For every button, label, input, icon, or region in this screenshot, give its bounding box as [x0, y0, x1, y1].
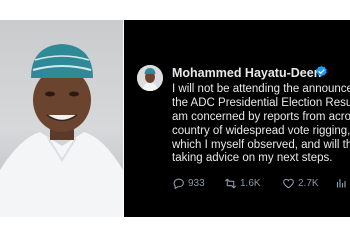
repost-button[interactable]: 1.6K [224, 177, 261, 190]
tweet-line: which I myself observed, and will then b… [172, 138, 350, 151]
views-icon [336, 178, 346, 188]
views-button[interactable]: 369 [335, 177, 350, 189]
heart-icon [283, 178, 294, 189]
reply-count: 933 [188, 178, 205, 189]
author-avatar[interactable] [137, 65, 163, 91]
tweet-card[interactable]: Mohammed Hayatu-Deen I will not be atten… [124, 20, 350, 217]
portrait-illustration [0, 44, 123, 217]
tweet-actions: 933 1.6K 2.7K 369 [172, 177, 350, 191]
tweet-line: I will not be attending the announcement… [172, 83, 350, 95]
like-button[interactable]: 2.7K [282, 177, 319, 190]
portrait-photo [0, 20, 123, 217]
tweet-text: I will not be attending the announcement… [172, 83, 350, 166]
reply-button[interactable]: 933 [172, 177, 205, 190]
tweet-line: taking advice on my next steps. [172, 152, 333, 165]
author-name[interactable]: Mohammed Hayatu-Deen [172, 66, 321, 80]
tweet-line: the ADC Presidential Election Results as… [172, 96, 350, 109]
verified-badge-icon [316, 65, 327, 77]
repost-count: 1.6K [240, 178, 261, 189]
tweet-line: country of widespread vote rigging, [172, 124, 350, 137]
like-count: 2.7K [298, 178, 319, 189]
tweet-line: am concerned by reports from across the [172, 110, 350, 123]
reply-icon [173, 178, 184, 190]
repost-icon [225, 178, 236, 189]
